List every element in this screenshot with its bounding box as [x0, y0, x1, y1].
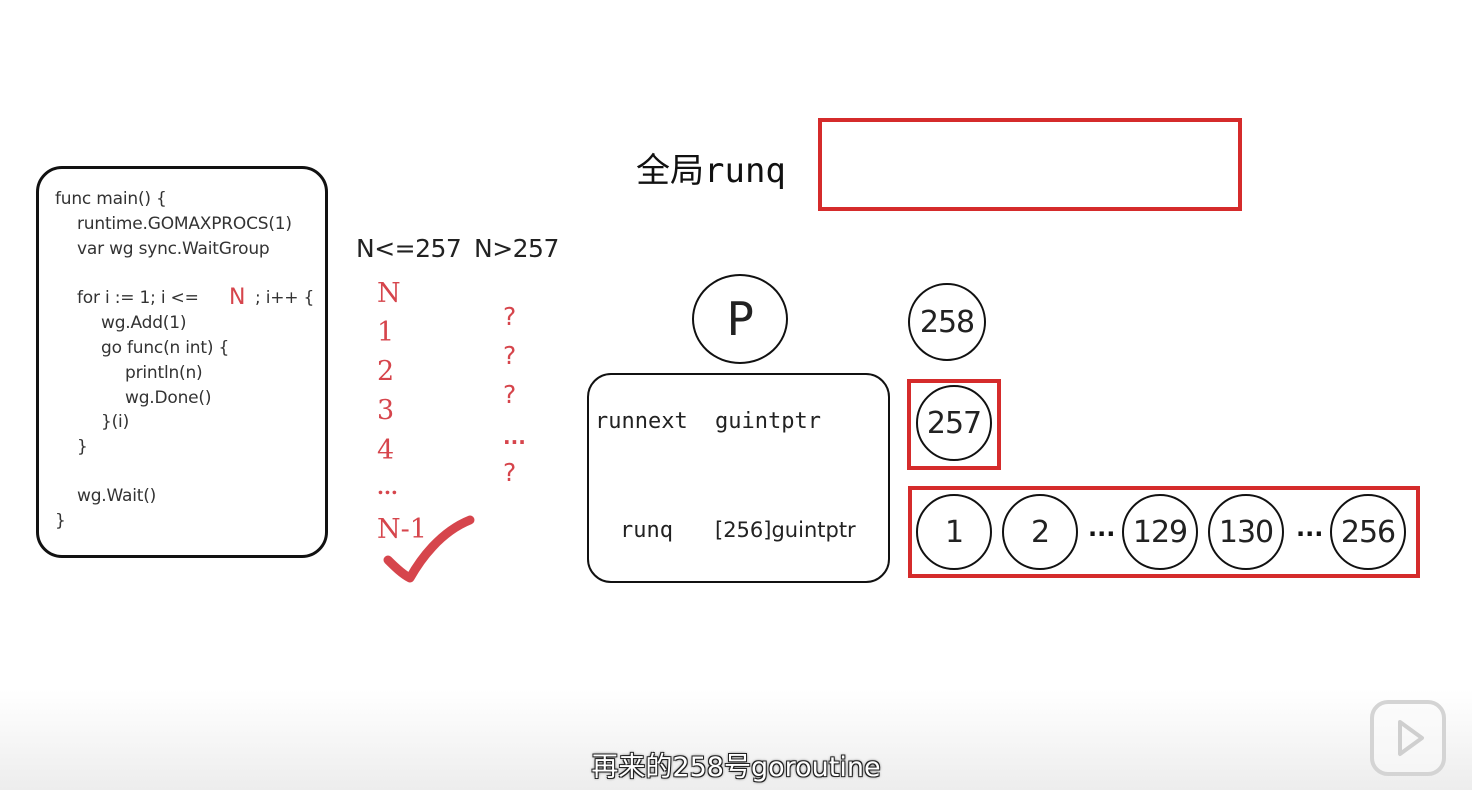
goroutine-circle: 2: [1002, 494, 1078, 570]
output-item: 2: [377, 356, 395, 387]
output-unknown: ?: [503, 341, 517, 370]
code-line: wg.Done(): [125, 388, 212, 408]
output-ellipsis: ...: [377, 475, 398, 499]
code-box: func main() { runtime.GOMAXPROCS(1) var …: [36, 166, 328, 558]
code-line: for i := 1; i <=: [77, 288, 199, 308]
output-ellipsis: ...: [503, 425, 526, 449]
global-runq-box: [818, 118, 1242, 211]
video-subtitle: 再来的258号goroutine: [591, 752, 881, 783]
output-unknown: ?: [503, 380, 517, 409]
code-line: }: [77, 437, 88, 457]
code-line: println(n): [125, 363, 203, 383]
play-icon: [1398, 720, 1424, 756]
output-item: N: [377, 278, 401, 309]
queue-ellipsis: ...: [1088, 514, 1116, 542]
checkmark-icon: [383, 515, 475, 583]
processor-circle: P: [692, 274, 788, 364]
output-item: 3: [377, 395, 395, 426]
code-line: var wg sync.WaitGroup: [77, 239, 270, 259]
code-line: }(i): [101, 412, 130, 432]
case-header-gt-257: N>257: [474, 234, 559, 263]
code-n-variable: N: [229, 285, 246, 310]
output-unknown: ?: [503, 458, 517, 487]
goroutine-circle: 1: [916, 494, 992, 570]
code-line: wg.Add(1): [101, 313, 187, 333]
code-line: }: [55, 511, 66, 531]
code-line: runtime.GOMAXPROCS(1): [77, 214, 292, 234]
output-unknown: ?: [503, 302, 517, 331]
code-line: func main() {: [55, 189, 167, 209]
global-runq-label: 全局runq: [636, 151, 786, 191]
play-button[interactable]: [1370, 700, 1446, 776]
code-line: wg.Wait(): [77, 486, 157, 506]
output-item: 4: [377, 435, 395, 466]
goroutine-258-circle: 258: [908, 283, 986, 361]
case-header-le-257: N<=257: [356, 234, 462, 263]
runq-field-type: [256]guintptr: [715, 518, 856, 542]
code-line: go func(n int) {: [101, 338, 230, 358]
output-item: 1: [377, 317, 395, 348]
queue-ellipsis: ...: [1296, 514, 1324, 542]
runnext-field-name: runnext: [595, 409, 688, 434]
goroutine-circle: 256: [1330, 494, 1406, 570]
goroutine-257-circle: 257: [916, 385, 992, 461]
processor-struct-box: runnext guintptr runq [256]guintptr: [587, 373, 890, 583]
runq-field-name: runq: [620, 518, 673, 543]
runnext-field-type: guintptr: [715, 409, 821, 434]
goroutine-circle: 129: [1122, 494, 1198, 570]
code-line: ; i++ {: [255, 288, 315, 308]
goroutine-circle: 130: [1208, 494, 1284, 570]
